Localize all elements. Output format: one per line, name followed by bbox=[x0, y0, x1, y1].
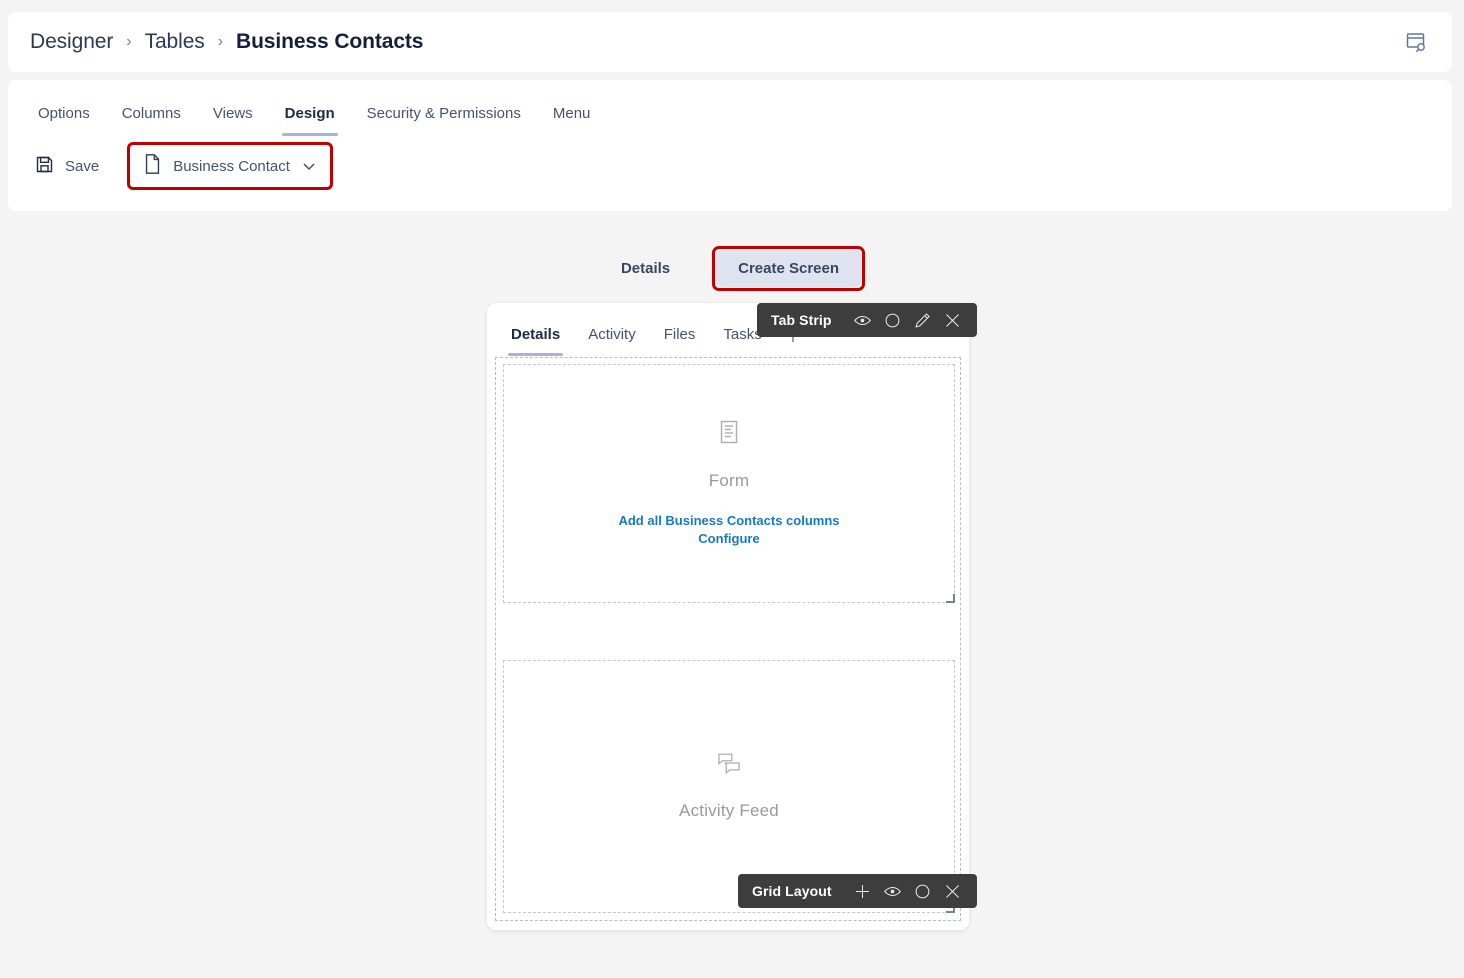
segment-create-screen[interactable]: Create Screen bbox=[716, 250, 862, 287]
close-x-icon[interactable] bbox=[938, 876, 968, 906]
tab-menu[interactable]: Menu bbox=[537, 99, 607, 136]
visibility-eye-icon[interactable] bbox=[848, 305, 878, 335]
breadcrumb-separator-icon: › bbox=[126, 33, 132, 50]
canvas-tab-label: Files bbox=[663, 326, 696, 343]
breadcrumb-item-business-contacts: Business Contacts bbox=[236, 30, 424, 53]
business-contact-dropdown-highlight: Business Contact bbox=[127, 142, 333, 190]
document-icon bbox=[143, 153, 162, 179]
segment-label: Details bbox=[620, 260, 671, 277]
design-panel-card: Options Columns Views Design Security & … bbox=[8, 80, 1452, 211]
circle-icon[interactable] bbox=[908, 876, 938, 906]
plus-icon[interactable] bbox=[848, 876, 878, 906]
tab-design[interactable]: Design bbox=[269, 99, 351, 136]
screen-designer-canvas: Details Activity Files Tasks Form Add al… bbox=[487, 303, 969, 930]
add-all-columns-link[interactable]: Add all Business Contacts columns bbox=[618, 512, 839, 530]
create-screen-highlight: Create Screen bbox=[712, 246, 866, 291]
breadcrumb-bar: Designer › Tables › Business Contacts bbox=[8, 12, 1452, 72]
segment-details[interactable]: Details bbox=[599, 250, 692, 287]
breadcrumb-separator-icon: › bbox=[217, 33, 224, 50]
canvas-tab-label: Activity bbox=[588, 326, 636, 343]
form-region-resize-handle[interactable] bbox=[946, 594, 955, 603]
breadcrumb-item-designer[interactable]: Designer bbox=[30, 30, 113, 54]
save-label: Save bbox=[65, 157, 100, 175]
tab-label: Columns bbox=[121, 105, 181, 122]
tab-security-permissions[interactable]: Security & Permissions bbox=[351, 99, 537, 136]
circle-icon[interactable] bbox=[878, 305, 908, 335]
segmented-group: Details Create Screen bbox=[599, 246, 866, 291]
pencil-edit-icon[interactable] bbox=[908, 305, 938, 335]
form-region-links: Add all Business Contacts columns Config… bbox=[618, 512, 839, 547]
grid-layout-container[interactable]: Form Add all Business Contacts columns C… bbox=[495, 357, 961, 921]
save-button[interactable]: Save bbox=[22, 147, 111, 186]
canvas-tab-label: Details bbox=[511, 326, 561, 343]
business-contact-dropdown-label: Business Contact bbox=[173, 157, 290, 175]
main-tab-bar: Options Columns Views Design Security & … bbox=[8, 80, 1452, 136]
canvas-tab-label: Tasks bbox=[723, 326, 762, 343]
window-search-icon[interactable] bbox=[1396, 22, 1436, 62]
form-document-icon bbox=[719, 420, 739, 449]
canvas-tab-activity[interactable]: Activity bbox=[574, 320, 650, 356]
canvas-tab-files[interactable]: Files bbox=[650, 320, 710, 356]
save-floppy-icon bbox=[34, 154, 55, 179]
business-contact-dropdown[interactable]: Business Contact bbox=[132, 147, 328, 185]
form-region-title: Form bbox=[708, 470, 750, 490]
canvas-tab-details[interactable]: Details bbox=[497, 320, 574, 356]
tab-label: Security & Permissions bbox=[366, 105, 521, 122]
activity-feed-region-title: Activity Feed bbox=[679, 801, 779, 820]
designer-app: Designer › Tables › Business Contacts Op… bbox=[0, 0, 1464, 978]
tab-views[interactable]: Views bbox=[197, 99, 269, 136]
close-x-icon[interactable] bbox=[938, 305, 968, 335]
tab-label: Design bbox=[284, 105, 335, 122]
configure-link[interactable]: Configure bbox=[618, 530, 839, 548]
chevron-down-icon bbox=[301, 158, 317, 174]
tab-strip-toolbar-label: Tab Strip bbox=[771, 312, 832, 328]
segment-label: Create Screen bbox=[738, 260, 840, 277]
grid-layout-floating-toolbar[interactable]: Grid Layout bbox=[738, 874, 977, 908]
design-toolbar: Save Business Contact bbox=[8, 136, 1452, 196]
grid-layout-toolbar-label: Grid Layout bbox=[752, 883, 832, 899]
tab-options[interactable]: Options bbox=[22, 99, 106, 136]
chat-bubbles-icon bbox=[717, 752, 741, 779]
form-component-region[interactable]: Form Add all Business Contacts columns C… bbox=[503, 364, 955, 603]
breadcrumb-item-tables[interactable]: Tables bbox=[145, 30, 205, 54]
visibility-eye-icon[interactable] bbox=[878, 876, 908, 906]
breadcrumb: Designer › Tables › Business Contacts bbox=[30, 30, 1396, 54]
tab-columns[interactable]: Columns bbox=[106, 99, 197, 136]
tab-label: Views bbox=[212, 105, 253, 122]
tab-label: Options bbox=[38, 105, 90, 122]
tab-label: Menu bbox=[552, 105, 591, 122]
screen-mode-segmented-control: Details Create Screen bbox=[0, 246, 1464, 291]
tab-strip-floating-toolbar[interactable]: Tab Strip bbox=[757, 303, 977, 337]
